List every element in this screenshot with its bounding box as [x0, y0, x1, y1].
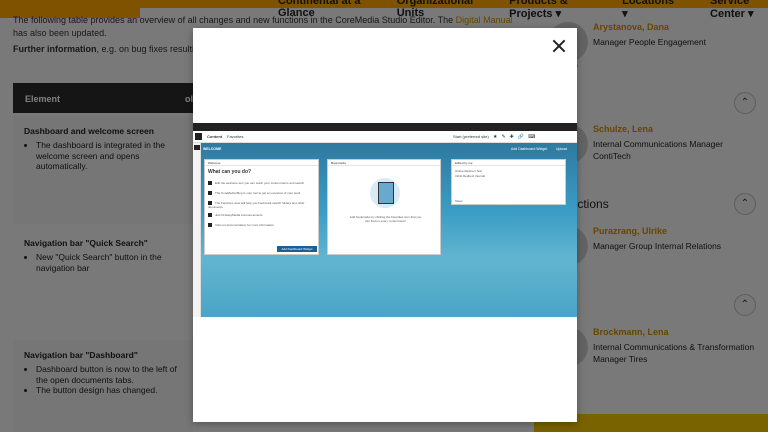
card-question: What can you do?	[208, 169, 252, 175]
card-footer: Show	[455, 199, 463, 203]
studio-toolbar-icons: ★✎✚🔗⌨	[493, 134, 540, 140]
studio-edited-card: Edited by me Online Redirect Test Infini…	[451, 159, 566, 205]
list-item: Online Redirect Test	[455, 169, 482, 173]
studio-bookmarks-card: Bookmarks Add bookmarks by clicking the …	[327, 159, 441, 255]
list-item: Just hit EasyMedia Announcements	[208, 213, 263, 218]
studio-tab-content: Content	[207, 134, 223, 139]
list-item: Edit the welcome text you can reach your…	[208, 181, 304, 186]
studio-welcome-title: WELCOME	[203, 147, 222, 151]
list-item: Infinit Redirect Internal	[455, 174, 486, 178]
list-item: Visit our documentation for more informa…	[208, 223, 274, 228]
card-title: Bookmarks	[328, 160, 440, 166]
home-icon	[195, 133, 202, 140]
studio-toolbar: Content Favorites Start (preferred site)…	[193, 131, 577, 143]
card-title: Welcome	[205, 160, 318, 166]
list-item: The Favorites view will help you bookmar…	[208, 201, 305, 210]
studio-add-widget-button: Add Dashboard Widget	[277, 246, 317, 252]
list-item: The CoreMedia Blog is your tool to get a…	[208, 191, 300, 196]
studio-tab-favorites: Favorites	[227, 134, 244, 139]
studio-site-selector: Start (preferred site)	[453, 134, 489, 139]
card-message: Add bookmarks by clicking the Favorites …	[349, 215, 422, 223]
window-illustration-icon	[370, 178, 400, 208]
studio-dashboard-header: WELCOME Add Dashboard Widget Upload	[201, 144, 577, 154]
studio-upload: Upload	[556, 147, 568, 151]
studio-screenshot: Content Favorites Start (preferred site)…	[193, 123, 577, 317]
studio-add-widget: Add Dashboard Widget	[511, 147, 548, 151]
card-title: Edited by me	[452, 160, 565, 166]
image-lightbox-modal: Content Favorites Start (preferred site)…	[193, 28, 577, 422]
studio-welcome-card: Welcome What can you do? Edit the welcom…	[204, 159, 319, 255]
close-icon[interactable]	[551, 38, 567, 54]
menu-icon	[194, 145, 200, 150]
studio-top-bar	[193, 123, 577, 131]
studio-sidebar	[193, 143, 201, 317]
